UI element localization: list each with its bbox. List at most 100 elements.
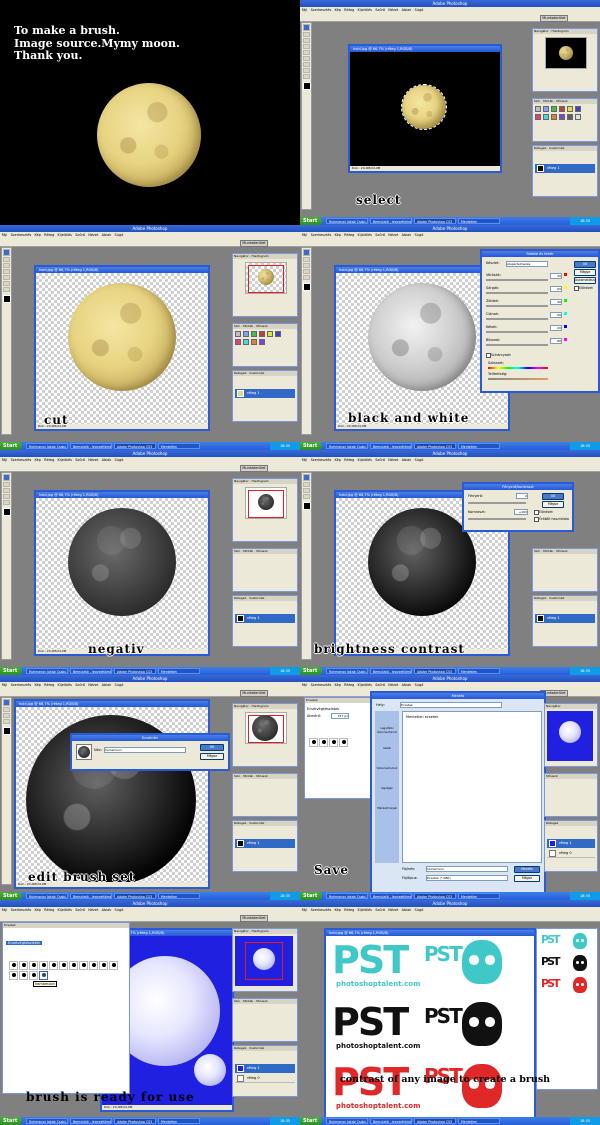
- brush-name-input[interactable]: hamamoon: [104, 747, 186, 753]
- taskbar-item[interactable]: Adobe Photoshop CS3: [414, 668, 456, 674]
- menu-layer[interactable]: Réteg: [44, 458, 54, 462]
- menu-view[interactable]: Nézet: [388, 233, 398, 237]
- menu-help[interactable]: Súgó: [115, 458, 124, 462]
- bw-channel-value[interactable]: 40: [550, 299, 562, 305]
- menu-window[interactable]: Ablak: [402, 458, 412, 462]
- layer-row[interactable]: réteg 1: [535, 614, 595, 623]
- bw-preview-checkbox[interactable]: Előnézet: [574, 286, 593, 291]
- save-file-list[interactable]: Mentetlen ecsetek: [402, 711, 542, 863]
- layer-row[interactable]: réteg 1: [235, 1064, 295, 1073]
- menu-view[interactable]: Nézet: [88, 458, 98, 462]
- brush-presets-label[interactable]: Ecsetvégkészletek: [6, 941, 43, 945]
- place-network[interactable]: Hálózati helyek: [376, 807, 398, 811]
- taskbar-item[interactable]: Ruhmanov Jakab Csabi...: [326, 218, 368, 224]
- document-window[interactable]: hold.jpg @ 66,7% (réteg 1,RGB/8) PST pho…: [324, 928, 536, 1122]
- style-swatch[interactable]: [567, 114, 573, 120]
- style-swatch[interactable]: [535, 114, 541, 120]
- menu-edit[interactable]: Szerkesztés: [11, 458, 32, 462]
- taskbar-item[interactable]: Mentetlen: [458, 218, 500, 224]
- bw-cancel-button[interactable]: Mégse: [574, 269, 596, 276]
- place-recent[interactable]: Legutóbbi dokumentumok: [376, 727, 398, 735]
- menu-image[interactable]: Kép: [334, 458, 341, 462]
- style-swatch[interactable]: [243, 339, 249, 345]
- magic-wand-tool-icon[interactable]: [3, 275, 10, 280]
- document-canvas[interactable]: [36, 273, 208, 424]
- menu-filter[interactable]: Szűrő: [375, 683, 385, 687]
- menu-filter[interactable]: Szűrő: [75, 908, 85, 912]
- brightness-slider[interactable]: [468, 502, 526, 504]
- marquee-tool-icon[interactable]: [303, 257, 310, 262]
- style-swatch[interactable]: [575, 114, 581, 120]
- folder-item[interactable]: Mentetlen ecsetek: [406, 715, 438, 719]
- brush-preset[interactable]: [29, 961, 38, 970]
- bw-channel-value[interactable]: 20: [550, 325, 562, 331]
- taskbar-item[interactable]: Ruhmanov Jakab Csabi...: [26, 668, 68, 674]
- navigator-thumbnail[interactable]: [245, 487, 287, 519]
- workspace-button[interactable]: Munkaterület: [240, 689, 268, 697]
- taskbar-item[interactable]: Adobe Photoshop CS3: [114, 893, 156, 899]
- layer-row[interactable]: réteg 0: [547, 849, 595, 858]
- style-swatch[interactable]: [551, 114, 557, 120]
- menu-layer[interactable]: Réteg: [344, 458, 354, 462]
- brush-name-cancel-button[interactable]: Mégse: [200, 753, 224, 760]
- save-cancel-button[interactable]: Mégse: [514, 875, 540, 882]
- move-tool-icon[interactable]: [3, 263, 10, 268]
- navigator-thumbnail[interactable]: [235, 936, 293, 986]
- brush-size-value[interactable]: 377 px: [331, 713, 349, 719]
- save-type-select[interactable]: Ecsetek (*.ABR): [426, 875, 508, 881]
- brush-preset[interactable]: [49, 961, 58, 970]
- style-swatch[interactable]: [567, 106, 573, 112]
- menu-window[interactable]: Ablak: [402, 8, 412, 12]
- menu-layer[interactable]: Réteg: [44, 683, 54, 687]
- bw-channel-value[interactable]: 80: [550, 338, 562, 344]
- menu-filter[interactable]: Szűrő: [375, 908, 385, 912]
- menu-edit[interactable]: Szerkesztés: [311, 683, 332, 687]
- menu-select[interactable]: Kijelölés: [358, 8, 372, 12]
- menu-image[interactable]: Kép: [334, 683, 341, 687]
- menu-image[interactable]: Kép: [34, 233, 41, 237]
- brush-tool-icon[interactable]: [3, 287, 10, 292]
- style-swatch[interactable]: [259, 339, 265, 345]
- navigator-thumbnail[interactable]: [245, 262, 287, 294]
- menu-help[interactable]: Súgó: [115, 908, 124, 912]
- menu-image[interactable]: Kép: [34, 908, 41, 912]
- document-window[interactable]: hold.jpg @ 66,7% (réteg 1,RGB/8) Dok.: 2…: [34, 490, 210, 656]
- style-swatch[interactable]: [575, 106, 581, 112]
- foreground-color-swatch[interactable]: [3, 508, 11, 516]
- layer-row[interactable]: réteg 1: [235, 614, 295, 623]
- menu-edit[interactable]: Szerkesztés: [311, 233, 332, 237]
- eraser-tool-icon[interactable]: [303, 68, 310, 73]
- taskbar-item[interactable]: Bemutató - Jegyzettömb: [70, 1118, 112, 1124]
- taskbar-item[interactable]: Ruhmanov Jakab Csabi...: [26, 443, 68, 449]
- brush-tool-icon[interactable]: [3, 719, 10, 724]
- start-button[interactable]: Start: [300, 1117, 322, 1125]
- menu-layer[interactable]: Réteg: [344, 908, 354, 912]
- menu-file[interactable]: Fájl: [302, 458, 308, 462]
- bc-legacy-checkbox[interactable]: Örökölt használata: [534, 517, 569, 522]
- place-desktop[interactable]: Asztal: [376, 747, 398, 751]
- taskbar-item[interactable]: Bemutató - Jegyzettömb: [370, 1118, 412, 1124]
- move-tool-icon[interactable]: [303, 263, 310, 268]
- taskbar-item[interactable]: Mentetlen: [458, 443, 500, 449]
- menu-filter[interactable]: Szűrő: [75, 233, 85, 237]
- brush-preset[interactable]: [19, 971, 28, 980]
- style-swatch[interactable]: [235, 339, 241, 345]
- menu-select[interactable]: Kijelölés: [58, 458, 72, 462]
- bc-ok-button[interactable]: OK: [542, 493, 564, 500]
- document-window[interactable]: hold.jpg @ 66,7% (réteg 1,RGB/8) Dok.: 2…: [14, 699, 210, 889]
- menu-layer[interactable]: Réteg: [344, 683, 354, 687]
- layer-row[interactable]: réteg 1: [547, 839, 595, 848]
- marquee-tool-icon[interactable]: [3, 707, 10, 712]
- menu-image[interactable]: Kép: [34, 458, 41, 462]
- taskbar-item[interactable]: Adobe Photoshop CS3: [114, 443, 156, 449]
- style-swatch[interactable]: [559, 106, 565, 112]
- contrast-slider[interactable]: [468, 518, 526, 520]
- start-button[interactable]: Start: [300, 892, 322, 900]
- menu-edit[interactable]: Szerkesztés: [311, 458, 332, 462]
- move-tool-icon[interactable]: [303, 38, 310, 43]
- menu-file[interactable]: Fájl: [2, 683, 8, 687]
- brush-tool-icon[interactable]: [303, 494, 310, 499]
- menu-layer[interactable]: Réteg: [44, 908, 54, 912]
- start-button[interactable]: Start: [300, 442, 322, 450]
- brush-preset[interactable]: [9, 961, 18, 970]
